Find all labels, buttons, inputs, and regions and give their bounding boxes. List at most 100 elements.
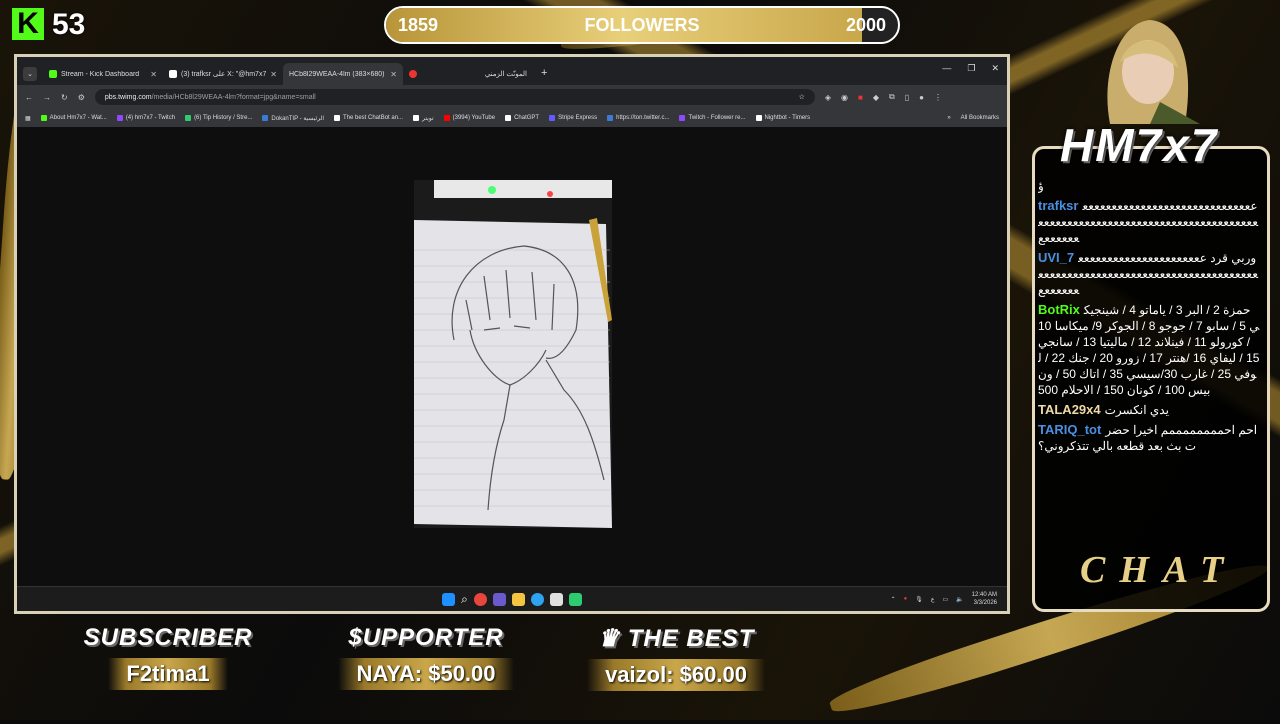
chat-username[interactable]: TALA29x4 (1038, 402, 1101, 417)
bookmark-item[interactable]: About Hm7x7 - Wat... (40, 115, 107, 121)
bookmark-item[interactable]: ChatGPT (505, 115, 539, 121)
kick-logo-icon: K (12, 7, 44, 40)
chat-username[interactable]: TARIQ_tot (1038, 422, 1101, 437)
followers-label: FOLLOWERS (584, 14, 700, 35)
chat-username[interactable]: trafksr (1038, 198, 1078, 213)
tab-strip: ⌄ Stream - Kick Dashboard ✕ (3) trafksr … (17, 57, 1007, 85)
bookmark-item[interactable]: (3994) YouTube (443, 115, 495, 121)
chat-message: UVI_7 وربي قرد عععععععععععععععععععععععععع… (1038, 250, 1260, 298)
star-icon[interactable]: ☆ (799, 93, 805, 101)
chat-username[interactable]: BotRix (1038, 302, 1080, 317)
all-bookmarks-folder[interactable]: All Bookmarks (961, 115, 999, 121)
system-tray: ⌃ ● 🎙 ع ▭ 🔈 12:40 AM 3/3/2026 (891, 591, 997, 607)
site-info-icon[interactable]: ⚙ (78, 93, 85, 102)
close-icon[interactable]: ✕ (150, 70, 157, 79)
discord-icon[interactable] (492, 592, 506, 606)
volume-icon[interactable]: 🔈 (956, 596, 963, 603)
extension-icon[interactable]: ■ (858, 93, 863, 102)
network-icon[interactable]: ▭ (942, 596, 948, 603)
mic-icon[interactable]: 🎙 (915, 596, 923, 603)
extensions-puzzle-icon[interactable]: ⧉ (889, 92, 895, 102)
extension-icon[interactable]: ◉ (841, 93, 848, 102)
bookmark-favicon-icon (549, 115, 556, 121)
more-bookmarks-icon[interactable]: » (947, 115, 950, 121)
page-viewport (17, 127, 1007, 587)
bookmark-item[interactable]: تويتر (413, 115, 434, 122)
bookmark-item[interactable]: (4) hm7x7 - Twitch (116, 115, 176, 121)
drawing-photo[interactable] (414, 180, 612, 528)
chat-title: CHAT (1080, 549, 1238, 591)
chat-text: حمزة 2 / البر 3 / ياماتو 4 / شينجيكي 5 /… (1038, 303, 1260, 397)
chat-text: ؤ (1038, 179, 1044, 193)
tab-kick-dashboard[interactable]: Stream - Kick Dashboard ✕ (43, 63, 163, 85)
reload-icon[interactable]: ↻ (61, 93, 68, 102)
bookmark-favicon-icon (185, 115, 192, 121)
chat-username[interactable]: UVI_7 (1038, 250, 1074, 265)
address-bar-row: ← → ↻ ⚙ pbs.twimg.com/media/HCb8l29WEAA-… (17, 85, 1007, 109)
browser-window: ⌄ Stream - Kick Dashboard ✕ (3) trafksr … (14, 54, 1010, 614)
bookmark-favicon-icon (116, 115, 123, 121)
chat-message: TALA29x4 يدي انكسرت (1038, 402, 1260, 418)
close-icon[interactable]: ✕ (270, 70, 277, 79)
new-tab-button[interactable]: + (533, 67, 555, 85)
url-field[interactable]: pbs.twimg.com/media/HCb8l29WEAA-4lm?form… (94, 89, 815, 105)
search-icon[interactable]: ⌕ (461, 592, 468, 607)
tray-app-icon[interactable]: ● (904, 596, 908, 602)
chrome-icon[interactable] (473, 592, 487, 606)
bookmark-item[interactable]: Twitch - Follower re... (679, 115, 746, 121)
bookmark-item[interactable]: https://ton.twitter.c... (607, 115, 669, 121)
best-value: vaizol: $60.00 (587, 659, 765, 691)
bookmark-label: Nightbot - Timers (764, 115, 811, 121)
menu-kebab-icon[interactable]: ⋮ (934, 93, 942, 102)
bookmark-favicon-icon (443, 115, 450, 121)
file-explorer-icon[interactable] (511, 592, 525, 606)
forward-icon[interactable]: → (43, 93, 51, 102)
bookmark-item[interactable]: DokanTIP - الرئيسية (262, 115, 324, 122)
extension-icon[interactable]: ◈ (825, 93, 831, 102)
tab-image[interactable]: HCb8l29WEAA-4lm (383×680) ✕ (283, 63, 403, 85)
bookmark-label: About Hm7x7 - Wat... (49, 115, 107, 121)
windows-start-icon[interactable] (442, 592, 456, 606)
kick-viewer-count: 53 (52, 8, 86, 41)
apps-grid-icon[interactable]: ▦ (25, 115, 31, 122)
bookmark-label: DokanTIP - الرئيسية (271, 115, 324, 122)
supporter-banner: $UPPORTER NAYA: $50.00 (316, 624, 536, 690)
minimize-icon[interactable]: — (942, 63, 951, 74)
close-icon[interactable]: ✕ (390, 70, 397, 79)
back-icon[interactable]: ← (25, 93, 33, 102)
app-icon[interactable] (568, 592, 582, 606)
subscriber-banner: SUBSCRIBER F2tima1 (58, 624, 278, 690)
clock[interactable]: 12:40 AM 3/3/2026 (972, 591, 997, 607)
bookmark-label: Stripe Express (558, 115, 598, 121)
close-window-icon[interactable]: ✕ (991, 63, 999, 74)
extension-icon[interactable]: ◆ (873, 93, 879, 102)
bookmark-label: https://ton.twitter.c... (616, 115, 670, 121)
bookmark-item[interactable]: Nightbot - Timers (755, 115, 811, 121)
tab-label: HCb8l29WEAA-4lm (383×680) (289, 70, 385, 78)
app-icon[interactable] (530, 592, 544, 606)
profile-avatar-icon[interactable]: ● (919, 93, 924, 102)
chat-messages: ؤ trafksr عععععععععععععععععععععععععععععععع… (1038, 178, 1260, 546)
url-host: pbs.twimg.com (104, 93, 152, 101)
sidebar-icon[interactable]: ▯ (905, 93, 909, 102)
tab-x-post[interactable]: (3) trafksr على X: "@hm7x7_g ✕ (163, 63, 283, 85)
channel-name-logo: HM7x7 (1060, 119, 1219, 171)
maximize-icon[interactable]: ❐ (967, 63, 975, 74)
bookmark-label: (4) hm7x7 - Twitch (125, 115, 176, 121)
chat-message: trafksr ععععععععععععععععععععععععععععععععع… (1038, 198, 1260, 246)
tab-timeline[interactable]: المونّت الزمني (403, 63, 533, 85)
bookmark-label: (6) Tip History / Stre... (194, 115, 253, 121)
bookmark-item[interactable]: (6) Tip History / Stre... (185, 115, 252, 121)
bookmark-favicon-icon (334, 115, 340, 121)
input-language[interactable]: ع (931, 596, 935, 603)
bookmark-item[interactable]: Stripe Express (549, 115, 597, 121)
chevron-up-icon[interactable]: ⌃ (891, 596, 896, 603)
bookmark-favicon-icon (40, 115, 47, 121)
tab-search-chevron-icon[interactable]: ⌄ (23, 67, 37, 81)
url-path: /media/HCb8l29WEAA-4lm?format=jpg&name=s… (151, 93, 316, 101)
supporter-heading: $UPPORTER (348, 624, 504, 651)
followers-goal-bar: 1859 FOLLOWERS 2000 (384, 6, 900, 44)
best-heading-text: THE BEST (627, 625, 755, 652)
bookmark-item[interactable]: The best ChatBot an... (334, 115, 403, 121)
app-icon[interactable] (549, 592, 563, 606)
